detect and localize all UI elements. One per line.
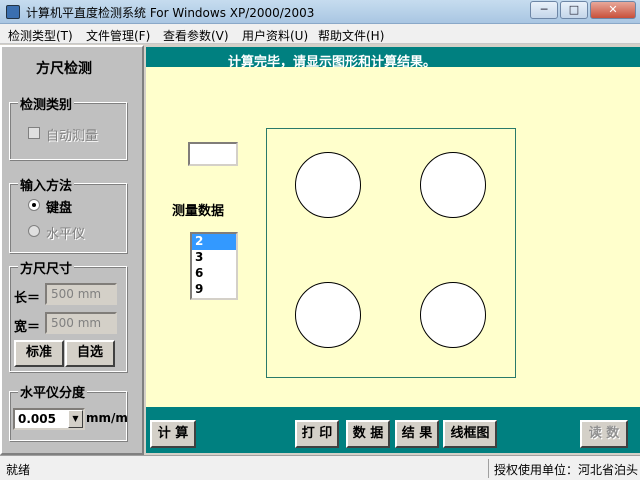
panel-title: 方尺检测 <box>36 61 92 77</box>
title-bar: 计算机平直度检测系统 For Windows XP/2000/2003 ─ □ … <box>0 0 640 24</box>
maximize-button[interactable]: □ <box>560 1 588 19</box>
circle-bottom-right <box>420 282 486 348</box>
status-license: 授权使用单位：河北省泊头 <box>494 463 639 477</box>
result-button[interactable]: 结 果 <box>395 420 439 448</box>
data-input[interactable] <box>188 142 238 166</box>
read-button[interactable]: 读 数 <box>580 420 628 448</box>
auto-measure-checkbox[interactable] <box>28 127 40 139</box>
length-label: 长＝ <box>14 291 41 306</box>
measure-data-list[interactable]: 2 3 6 9 <box>190 232 238 300</box>
detect-type-label: 检测类别 <box>18 94 75 113</box>
data-button[interactable]: 数 据 <box>346 420 390 448</box>
menu-user-data[interactable]: 用户资料(U) <box>242 27 308 44</box>
input-method-label: 输入方法 <box>18 175 75 194</box>
frame-button[interactable]: 线框图 <box>443 420 497 448</box>
footer-toolbar <box>146 407 640 453</box>
keyboard-radio[interactable] <box>28 199 40 211</box>
level-division-unit: mm/m <box>86 411 128 425</box>
status-message: 计算完毕，请显示图形和计算结果。 <box>228 55 437 70</box>
close-button[interactable]: ✕ <box>590 1 636 19</box>
minimize-button[interactable]: ─ <box>530 1 558 19</box>
menu-view-params[interactable]: 查看参数(V) <box>163 27 229 44</box>
level-division-value: 0.005 <box>18 412 56 426</box>
app-icon <box>6 5 20 19</box>
menu-file[interactable]: 文件管理(F) <box>86 27 150 44</box>
width-field[interactable]: 500 mm <box>45 312 117 334</box>
level-radio-label: 水平仪 <box>46 227 86 242</box>
auto-measure-label: 自动测量 <box>46 129 99 144</box>
list-item[interactable]: 3 <box>192 250 236 266</box>
width-label: 宽＝ <box>14 320 41 335</box>
level-division-label: 水平仪分度 <box>18 382 88 401</box>
menu-detect-type[interactable]: 检测类型(T) <box>8 27 73 44</box>
calc-button[interactable]: 计 算 <box>150 420 196 448</box>
status-bar: 就绪 授权使用单位：河北省泊头 <box>0 455 640 480</box>
status-separator <box>488 459 489 478</box>
window-title: 计算机平直度检测系统 For Windows XP/2000/2003 <box>26 6 315 20</box>
circle-top-left <box>295 152 361 218</box>
status-ready: 就绪 <box>6 463 31 477</box>
custom-button[interactable]: 自选 <box>65 340 115 367</box>
chevron-down-icon[interactable]: ▼ <box>68 410 83 428</box>
list-item[interactable]: 9 <box>192 282 236 298</box>
menu-help[interactable]: 帮助文件(H) <box>318 27 384 44</box>
list-item[interactable]: 6 <box>192 266 236 282</box>
keyboard-radio-label: 键盘 <box>46 201 73 216</box>
menu-bar: 检测类型(T) 文件管理(F) 查看参数(V) 用户资料(U) 帮助文件(H) <box>0 24 640 44</box>
standard-button[interactable]: 标准 <box>14 340 64 367</box>
square-size-label: 方尺尺寸 <box>18 258 75 277</box>
level-division-select[interactable]: 0.005 ▼ <box>13 408 85 430</box>
list-item[interactable]: 2 <box>192 234 236 250</box>
circle-top-right <box>420 152 486 218</box>
print-button[interactable]: 打 印 <box>295 420 339 448</box>
level-radio[interactable] <box>28 225 40 237</box>
measure-data-label: 测量数据 <box>172 204 225 219</box>
circle-bottom-left <box>295 282 361 348</box>
length-field[interactable]: 500 mm <box>45 283 117 305</box>
